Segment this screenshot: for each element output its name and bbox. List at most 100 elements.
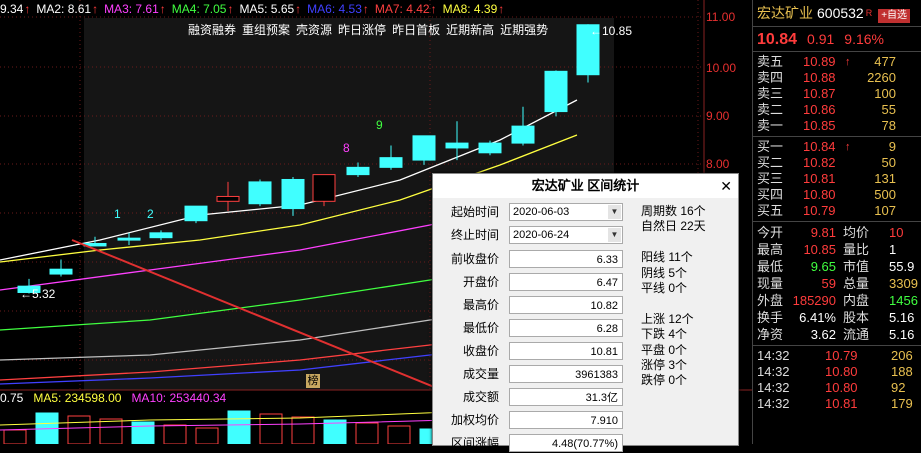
concept-tag[interactable]: 昨日涨停 [338,23,386,37]
stat-field-value: 6.47 [509,273,623,291]
quote-stat-row: 外盘 185290 内盘 1456 [753,292,921,309]
last-price: 10.84 [757,31,798,48]
price-tick: 11.00 [706,10,736,24]
level-label: 卖四 [757,70,784,85]
level-label: 卖一 [757,118,784,133]
concept-tag[interactable]: 昨日首板 [392,23,440,37]
tick-volume: 92 [891,380,906,395]
tick-row: 14:32 10.79 206 [753,348,921,364]
concept-tag[interactable]: 融资融券 [188,23,236,37]
level-label: 买二 [757,155,784,170]
stat-label: 流通 [843,327,870,342]
quote-stat-row: 最低 9.65 市值 55.9 [753,258,921,275]
tick-volume: 179 [891,396,913,411]
stat-value: 5.16 [889,310,915,325]
order-book-row[interactable]: 卖四 10.88 2260 [753,70,921,86]
stat-value: 3.62 [810,327,836,342]
ma-legend-item: MA4: 7.05 [171,2,227,16]
order-book-row[interactable]: 卖三 10.87 100 [753,86,921,102]
tick-list: 14:32 10.79 206 14:32 10.80 188 14:32 10.80 92 14… [753,346,921,414]
interval-summary-line: 上涨 12个 [641,311,694,326]
candlestick [412,135,436,161]
order-book-row[interactable]: 买四 10.80 500 [753,187,921,203]
end-time-row: 终止时间 [450,228,499,242]
order-book-row[interactable]: 卖五 10.89 ↑ 477 [753,54,921,70]
chevron-down-icon[interactable]: ▼ [608,205,621,219]
sequence-marker: 2 [147,207,154,221]
stat-value: 10.85 [803,242,836,257]
level-label: 买五 [757,203,784,218]
concept-tag[interactable]: 近期强势 [500,23,548,37]
quote-stat-row: 最高 10.85 量比 1 [753,241,921,258]
level-label: 卖五 [757,54,784,69]
chevron-down-icon[interactable]: ▼ [608,228,621,242]
level-volume: 107 [874,203,896,218]
stock-code: 600532 [817,5,864,21]
ma-legend-item: MA8: 4.39 [442,2,498,16]
interval-summary-line: 阳线 11个 [641,250,693,265]
level-label: 买三 [757,171,784,186]
level-volume: 78 [881,118,896,133]
concept-tags: 融资融券 重组预案 壳资源 昨日涨停 昨日首板 近期新高 近期强势 [188,21,554,38]
order-book-row[interactable]: 卖二 10.86 55 [753,102,921,118]
tick-volume: 206 [891,348,913,363]
up-arrow-icon: ↑ [24,2,31,16]
order-book-row[interactable]: 买一 10.84 ↑ 9 [753,139,921,155]
candlestick [248,181,272,205]
stat-value: 10 [889,225,904,240]
up-arrow-icon: ↑ [845,56,851,68]
stat-field-value: 3961383 [509,365,623,383]
concept-tag[interactable]: 近期新高 [446,23,494,37]
order-book-row[interactable]: 买二 10.82 50 [753,155,921,171]
dragon-tiger-badge[interactable]: 榜 [306,374,320,388]
candlestick [117,237,141,241]
stat-label: 内盘 [843,293,870,308]
level-volume: 2260 [867,70,896,85]
tick-price: 10.80 [825,380,858,395]
concept-tag[interactable]: 重组预案 [242,23,290,37]
order-book-row[interactable]: 卖一 10.85 78 [753,118,921,134]
level-price: 10.89 [803,54,836,69]
tick-price: 10.79 [825,348,858,363]
candlestick [281,178,305,210]
high-price-label: ←10.85 [590,24,633,38]
volume-legend-item: 0.75 [0,391,24,405]
order-book-row[interactable]: 买三 10.81 131 [753,171,921,187]
tick-row: 14:32 10.80 188 [753,364,921,380]
ma-legend-item: 9.34 [0,2,24,16]
stat-field-label: 最低价 [462,321,499,335]
up-arrow-icon: ↑ [845,141,851,153]
start-time-row: 起始时间 [450,205,499,219]
add-watchlist-button[interactable]: +自选 [878,9,911,23]
level-price: 10.79 [803,203,836,218]
start-date-select[interactable]: 2020-06-03 ▼ [509,203,623,221]
stat-value: 55.9 [889,259,915,274]
level-label: 卖二 [757,102,784,117]
stat-field-value: 6.33 [509,250,623,268]
candlestick [216,195,240,202]
stat-label: 外盘 [757,293,784,308]
quote-stats: 今开 9.81 均价 10 最高 10.85 量比 1 最低 9.65 市值 55.9 现量 59 总量 33… [753,222,921,346]
low-price-label: ←5.32 [20,287,56,301]
interval-summary-line: 跌停 0个 [641,373,688,388]
stat-field-value: 7.910 [509,411,623,429]
stat-field-value: 6.28 [509,319,623,337]
interval-summary-line: 周期数 16个 [641,204,706,218]
order-book-row[interactable]: 买五 10.79 107 [753,203,921,219]
close-icon[interactable]: ✕ [720,174,732,198]
stat-field-label: 加权均价 [450,413,499,427]
price-change: 0.91 [807,31,835,47]
tick-volume: 188 [891,364,913,379]
concept-tag[interactable]: 壳资源 [296,23,332,37]
stat-field-label: 区间涨幅 [450,436,499,450]
candlestick [184,205,208,222]
up-arrow-icon: ↑ [227,2,234,16]
tick-price: 10.80 [825,364,858,379]
ask-book: 卖五 10.89 ↑ 477 卖四 10.88 2260 卖三 10.87 100 卖二 10.86 5… [753,52,921,137]
sequence-marker: 8 [343,141,350,155]
level-label: 买一 [757,139,784,154]
quote-stat-row: 净资 3.62 流通 5.16 [753,326,921,343]
level-price: 10.86 [803,102,836,117]
end-date-select[interactable]: 2020-06-24 ▼ [509,226,623,244]
candlestick [478,142,502,154]
